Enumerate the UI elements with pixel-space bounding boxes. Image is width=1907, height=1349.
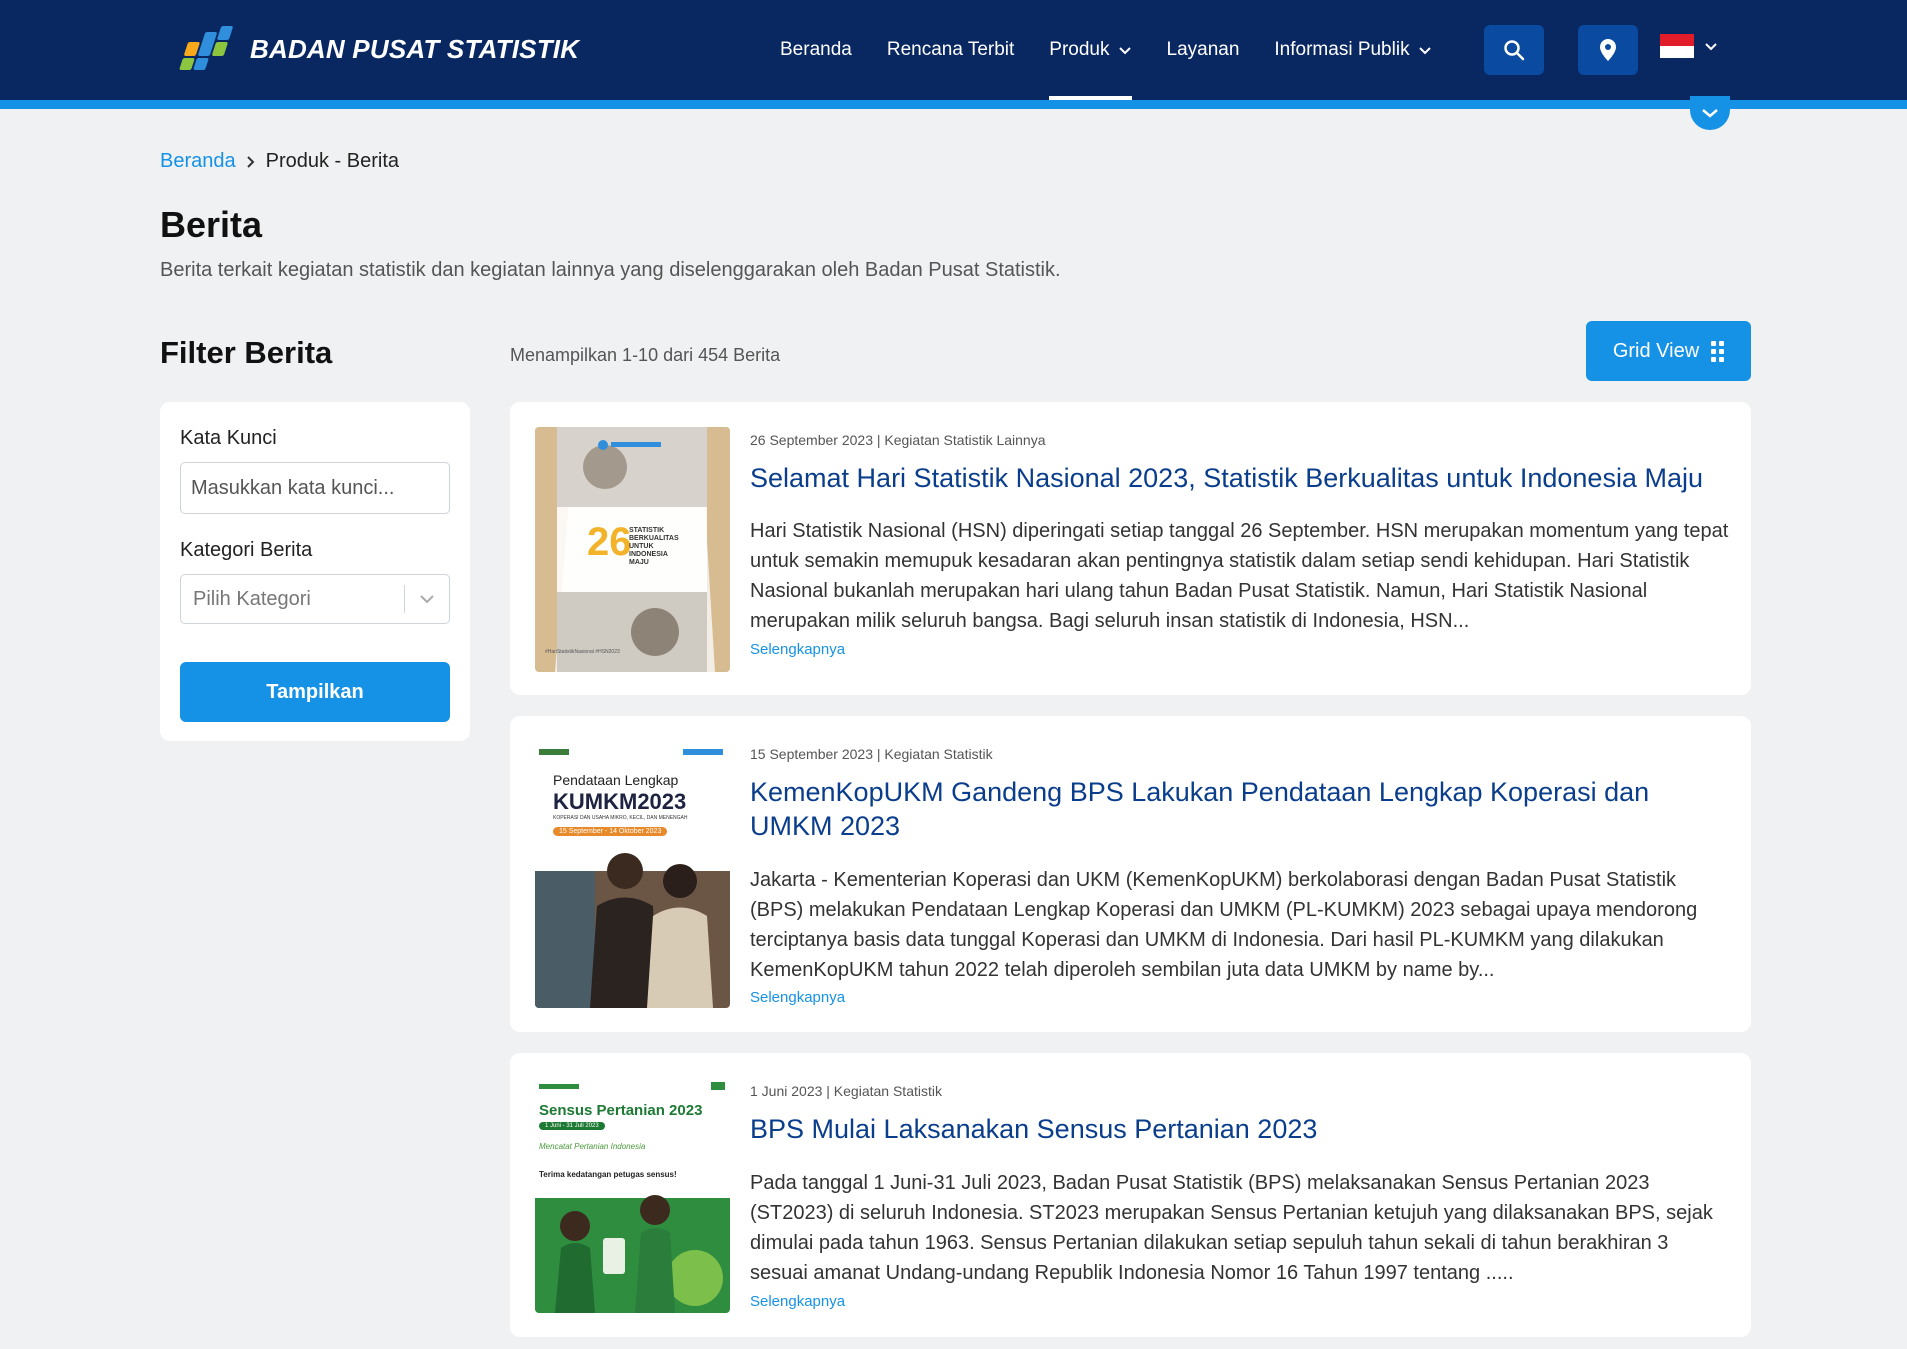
- nav-informasi-publik[interactable]: Informasi Publik: [1274, 0, 1431, 100]
- breadcrumb-home-link[interactable]: Beranda: [160, 150, 236, 173]
- grid-icon: [1711, 340, 1725, 362]
- page-title: Berita: [160, 204, 263, 245]
- thumb-line3: Terima kedatangan petugas sensus!: [539, 1170, 677, 1179]
- thumb-dates: 15 September - 14 Oktober 2023: [553, 827, 668, 836]
- thumb-caption: STATISTIK BERKUALITAS UNTUK INDONESIA MA…: [629, 527, 679, 566]
- news-thumbnail[interactable]: Pendataan Lengkap KUMKM2023 KOPERASI DAN…: [535, 741, 730, 1008]
- category-select-value: Pilih Kategori: [193, 587, 311, 610]
- news-title[interactable]: Selamat Hari Statistik Nasional 2023, St…: [750, 461, 1730, 495]
- nav-rencana-terbit-label: Rencana Terbit: [886, 39, 1015, 60]
- chevron-right-icon: [246, 155, 255, 168]
- breadcrumb: Beranda Produk - Berita: [160, 150, 399, 173]
- location-button[interactable]: [1578, 25, 1638, 75]
- thumb-tag: #HariStatistikNasional #HSN2023: [545, 649, 620, 655]
- header-collapse-button[interactable]: [1690, 96, 1730, 130]
- chevron-down-icon: [1418, 47, 1431, 55]
- page-description: Berita terkait kegiatan statistik dan ke…: [160, 259, 1061, 281]
- category-label: Kategori Berita: [180, 539, 313, 561]
- news-meta: 1 Juni 2023 | Kegiatan Statistik: [750, 1083, 942, 1099]
- grid-view-label: Grid View: [1612, 339, 1700, 362]
- thumb-line1: Sensus Pertanian 2023: [539, 1102, 703, 1119]
- nav-rencana-terbit[interactable]: Rencana Terbit: [887, 0, 1014, 100]
- news-meta: 15 September 2023 | Kegiatan Statistik: [750, 746, 993, 762]
- chevron-down-icon: [1118, 47, 1131, 55]
- chevron-down-icon: [1702, 109, 1718, 118]
- submit-filter-button[interactable]: Tampilkan: [180, 662, 450, 722]
- read-more-link[interactable]: Selengkapnya: [750, 641, 845, 658]
- news-excerpt: Hari Statistik Nasional (HSN) diperingat…: [750, 520, 1729, 632]
- thumb-line3: KOPERASI DAN USAHA MIKRO, KECIL, DAN MEN…: [553, 815, 688, 821]
- breadcrumb-current: Produk - Berita: [265, 150, 400, 172]
- thumb-line2: Mencatat Pertanian Indonesia: [539, 1142, 646, 1151]
- news-meta: 26 September 2023 | Kegiatan Statistik L…: [750, 432, 1046, 448]
- category-select[interactable]: Pilih Kategori: [180, 574, 450, 624]
- news-excerpt: Pada tanggal 1 Juni-31 Juli 2023, Badan …: [750, 1172, 1713, 1284]
- news-thumbnail[interactable]: Sensus Pertanian 2023 1 Juni - 31 Juli 2…: [535, 1078, 730, 1313]
- news-card[interactable]: 26 STATISTIK BERKUALITAS UNTUK INDONESIA…: [510, 402, 1751, 695]
- filter-title: Filter Berita: [160, 335, 333, 370]
- keyword-input[interactable]: [180, 462, 450, 514]
- results-count: Menampilkan 1-10 dari 454 Berita: [510, 345, 781, 365]
- main-nav: Beranda Rencana Terbit Produk Layanan In…: [780, 0, 1467, 100]
- nav-produk[interactable]: Produk: [1049, 0, 1132, 100]
- read-more-link[interactable]: Selengkapnya: [750, 989, 845, 1006]
- thumb-dates: 1 Juni - 31 Juli 2023: [539, 1122, 605, 1130]
- thumb-line2: KUMKM2023: [553, 789, 687, 814]
- bps-logo-icon: [178, 24, 240, 74]
- thumb-number: 26: [587, 520, 632, 564]
- nav-informasi-publik-label: Informasi Publik: [1274, 39, 1410, 60]
- thumb-line1: Pendataan Lengkap: [553, 772, 679, 788]
- header-accent-stripe: [0, 100, 1907, 109]
- site-logo[interactable]: BADAN PUSAT STATISTIK: [178, 24, 579, 74]
- news-card[interactable]: Pendataan Lengkap KUMKM2023 KOPERASI DAN…: [510, 716, 1751, 1032]
- nav-beranda-label: Beranda: [780, 39, 852, 60]
- chevron-down-icon: [1705, 43, 1717, 51]
- indonesia-flag-icon: [1660, 34, 1694, 58]
- location-pin-icon: [1600, 39, 1616, 61]
- nav-produk-label: Produk: [1049, 39, 1110, 60]
- nav-layanan-label: Layanan: [1166, 39, 1240, 60]
- nav-beranda[interactable]: Beranda: [780, 0, 852, 100]
- logo-text: BADAN PUSAT STATISTIK: [250, 33, 580, 64]
- news-title[interactable]: KemenKopUKM Gandeng BPS Lakukan Pendataa…: [750, 775, 1730, 843]
- language-selector[interactable]: [1660, 34, 1718, 58]
- search-button[interactable]: [1484, 25, 1544, 75]
- grid-view-button[interactable]: Grid View: [1586, 321, 1751, 381]
- news-card[interactable]: Sensus Pertanian 2023 1 Juni - 31 Juli 2…: [510, 1053, 1751, 1337]
- nav-layanan[interactable]: Layanan: [1167, 0, 1240, 100]
- chevron-down-icon: [405, 593, 449, 605]
- site-header: BADAN PUSAT STATISTIK Beranda Rencana Te…: [0, 0, 1907, 100]
- news-thumbnail[interactable]: 26 STATISTIK BERKUALITAS UNTUK INDONESIA…: [535, 427, 730, 672]
- news-title[interactable]: BPS Mulai Laksanakan Sensus Pertanian 20…: [750, 1112, 1730, 1146]
- keyword-label: Kata Kunci: [180, 427, 277, 449]
- read-more-link[interactable]: Selengkapnya: [750, 1293, 845, 1310]
- search-icon: [1504, 40, 1525, 61]
- filter-panel: Kata Kunci Kategori Berita Pilih Kategor…: [160, 402, 470, 741]
- news-excerpt: Jakarta - Kementerian Koperasi dan UKM (…: [750, 869, 1698, 981]
